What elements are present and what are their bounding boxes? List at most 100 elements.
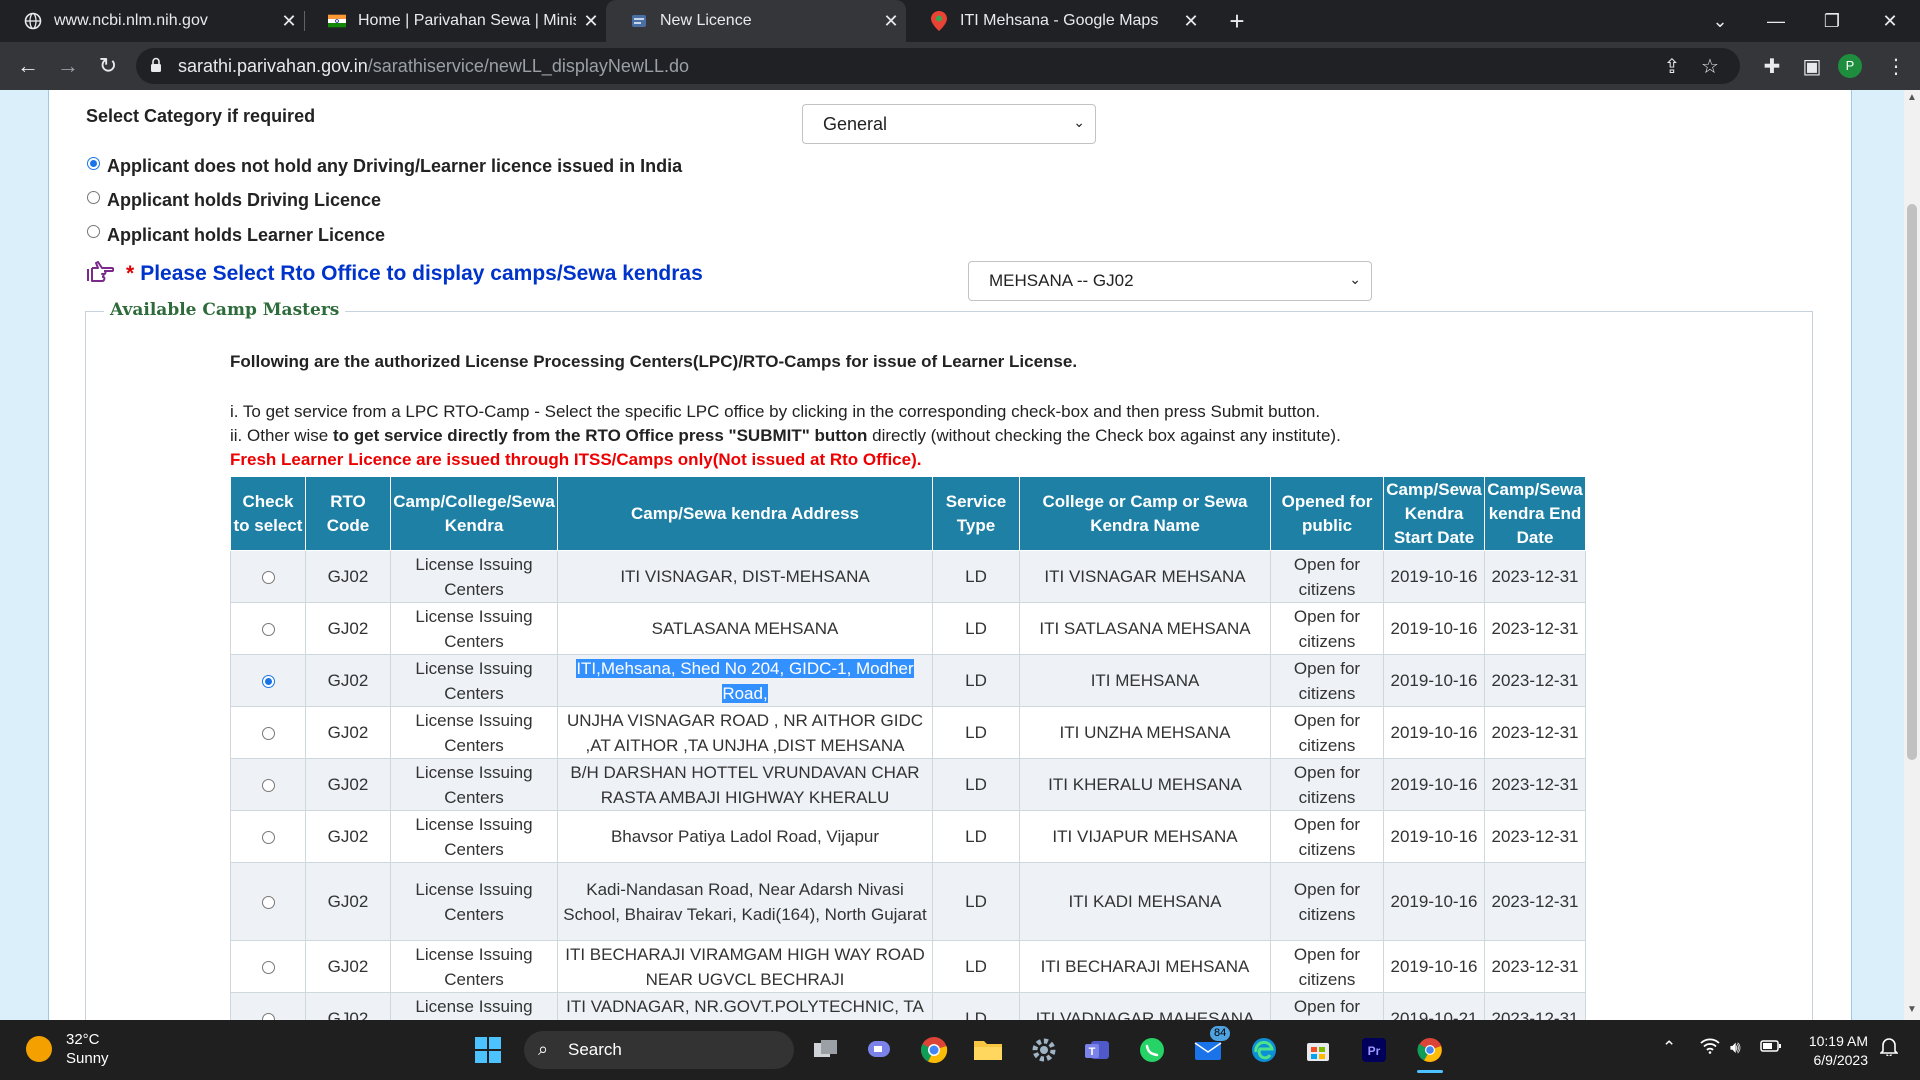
col-header-service-type: Service Type: [932, 476, 1020, 551]
restore-button[interactable]: ❐: [1804, 0, 1860, 42]
cell-kendra-name: ITI VIJAPUR MEHSANA: [1019, 810, 1271, 863]
side-panel-icon[interactable]: ▣: [1796, 50, 1828, 82]
premiere-pro-icon[interactable]: Pr: [1356, 1032, 1392, 1068]
row-select-radio[interactable]: [261, 779, 275, 793]
radio-driving-licence[interactable]: [87, 191, 100, 204]
col-header-address: Camp/Sewa kendra Address: [557, 476, 933, 551]
chrome-icon[interactable]: [916, 1032, 952, 1068]
table-row: GJ02 License Issuing Centers ITI,Mehsana, …: [230, 654, 1586, 707]
cell-rto-code: GJ02: [305, 550, 391, 603]
globe-icon: [24, 12, 42, 30]
tab-ncbi[interactable]: www.ncbi.nlm.nih.gov ✕: [0, 0, 304, 42]
cell-kendra-type: License Issuing Centers: [390, 940, 558, 993]
cell-start-date: 2019-10-21: [1383, 992, 1485, 1020]
tab-search-icon[interactable]: ⌄: [1692, 0, 1748, 42]
cell-end-date: 2023-12-31: [1484, 550, 1586, 603]
settings-gear-icon[interactable]: [1026, 1032, 1062, 1068]
cell-opened: Open for citizens: [1270, 992, 1384, 1020]
tab-new-licence[interactable]: New Licence ✕: [606, 0, 906, 42]
menu-icon[interactable]: ⋮: [1880, 50, 1912, 82]
task-view-icon[interactable]: [808, 1032, 844, 1068]
mail-badge: 84: [1210, 1026, 1231, 1041]
cell-start-date: 2019-10-16: [1383, 810, 1485, 863]
notification-bell-icon[interactable]: [1879, 1036, 1899, 1061]
taskbar-search[interactable]: ⌕ Search: [524, 1031, 794, 1069]
scroll-down-arrow-icon[interactable]: ▼: [1904, 1004, 1920, 1015]
row-select-radio[interactable]: [261, 727, 275, 741]
cell-service-type: LD: [932, 602, 1020, 655]
new-tab-button[interactable]: +: [1222, 6, 1252, 36]
row-select-radio[interactable]: [261, 961, 275, 975]
cell-address: ITI VADNAGAR, NR.GOVT.POLYTECHNIC, TA VA…: [557, 992, 933, 1020]
share-icon[interactable]: ⇪: [1660, 54, 1684, 78]
wifi-icon[interactable]: [1700, 1038, 1720, 1059]
chevron-down-icon: ⌄: [1073, 114, 1085, 130]
windows-taskbar: 32°C Sunny ⌕ Search T 84 Pr ⌃ 🔊︎ 10:19 A…: [0, 1020, 1920, 1080]
category-label: Select Category if required: [86, 106, 316, 126]
tab-parivahan[interactable]: Home | Parivahan Sewa | Ministry ✕: [304, 0, 606, 42]
close-tab-icon[interactable]: ✕: [876, 11, 906, 32]
close-tab-icon[interactable]: ✕: [274, 11, 304, 32]
row-select-cell: [230, 810, 306, 863]
edge-icon[interactable]: [1246, 1032, 1282, 1068]
file-explorer-icon[interactable]: [970, 1032, 1006, 1068]
table-row: GJ02 License Issuing Centers SATLASANA MEH…: [230, 602, 1586, 655]
profile-avatar[interactable]: P: [1838, 54, 1862, 78]
close-tab-icon[interactable]: ✕: [576, 11, 606, 32]
system-clock[interactable]: 10:19 AM 6/9/2023: [1796, 1032, 1868, 1070]
address-bar[interactable]: sarathi.parivahan.gov.in/sarathiservice/…: [136, 48, 1740, 84]
minimize-button[interactable]: —: [1748, 0, 1804, 42]
radio-no-licence[interactable]: [87, 157, 100, 170]
bookmark-star-icon[interactable]: ☆: [1698, 54, 1722, 78]
lock-icon[interactable]: [150, 57, 162, 78]
col-header-end-date: Camp/Sewa kendra End Date: [1484, 476, 1586, 551]
battery-icon[interactable]: [1760, 1038, 1782, 1058]
cell-start-date: 2019-10-16: [1383, 550, 1485, 603]
row-select-radio[interactable]: [261, 831, 275, 845]
rto-office-select[interactable]: MEHSANA -- GJ02 ⌄: [968, 261, 1372, 301]
microsoft-store-icon[interactable]: [1300, 1032, 1336, 1068]
row-select-cell: [230, 654, 306, 707]
table-row: GJ02 License Issuing Centers ITI BECHARAJI…: [230, 940, 1586, 993]
weather-widget[interactable]: 32°C Sunny: [26, 1030, 109, 1068]
show-hidden-icons-chevron-icon[interactable]: ⌃: [1662, 1038, 1676, 1058]
cell-kendra-type: License Issuing Centers: [390, 602, 558, 655]
tab-google-maps[interactable]: ITI Mehsana - Google Maps ✕: [906, 0, 1206, 42]
volume-icon[interactable]: 🔊︎: [1730, 1038, 1741, 1058]
cell-opened: Open for citizens: [1270, 810, 1384, 863]
camps-table: Check to select RTO Code Camp/College/Se…: [230, 476, 1586, 1020]
mail-icon[interactable]: 84: [1190, 1026, 1231, 1068]
chrome-profile-icon[interactable]: [1412, 1032, 1448, 1073]
reload-button[interactable]: ↻: [92, 50, 124, 82]
teams-chat-icon[interactable]: [862, 1032, 898, 1068]
row-select-radio[interactable]: [261, 1013, 275, 1020]
cell-service-type: LD: [932, 550, 1020, 603]
row-select-radio[interactable]: [261, 675, 275, 689]
row-select-cell: [230, 602, 306, 655]
col-header-name: College or Camp or Sewa Kendra Name: [1019, 476, 1271, 551]
camp-masters-legend: Available Camp Masters: [104, 300, 346, 320]
teams-icon[interactable]: T: [1080, 1032, 1116, 1068]
windows-start-icon[interactable]: [470, 1032, 506, 1068]
search-icon: ⌕: [538, 1039, 549, 1059]
cell-kendra-name: ITI UNZHA MEHSANA: [1019, 706, 1271, 759]
radio-learner-licence[interactable]: [87, 225, 100, 238]
table-row: GJ02 License Issuing Centers Kadi-Nandasan…: [230, 862, 1586, 941]
scroll-up-arrow-icon[interactable]: ▲: [1904, 92, 1920, 103]
close-window-button[interactable]: ✕: [1862, 0, 1918, 42]
back-button[interactable]: ←: [12, 50, 44, 82]
close-tab-icon[interactable]: ✕: [1176, 11, 1206, 32]
cell-service-type: LD: [932, 758, 1020, 811]
page-scrollbar[interactable]: ▲ ▼: [1904, 90, 1920, 1020]
scrollbar-thumb[interactable]: [1907, 204, 1917, 760]
whatsapp-icon[interactable]: [1134, 1032, 1170, 1068]
row-select-radio[interactable]: [261, 623, 275, 637]
row-select-radio[interactable]: [261, 571, 275, 585]
cell-rto-code: GJ02: [305, 654, 391, 707]
extensions-icon[interactable]: ✚: [1756, 50, 1788, 82]
category-select[interactable]: General ⌄: [802, 104, 1096, 144]
row-select-radio[interactable]: [261, 896, 275, 910]
forward-button[interactable]: →: [52, 50, 84, 82]
cell-opened: Open for citizens: [1270, 758, 1384, 811]
cell-service-type: LD: [932, 992, 1020, 1020]
